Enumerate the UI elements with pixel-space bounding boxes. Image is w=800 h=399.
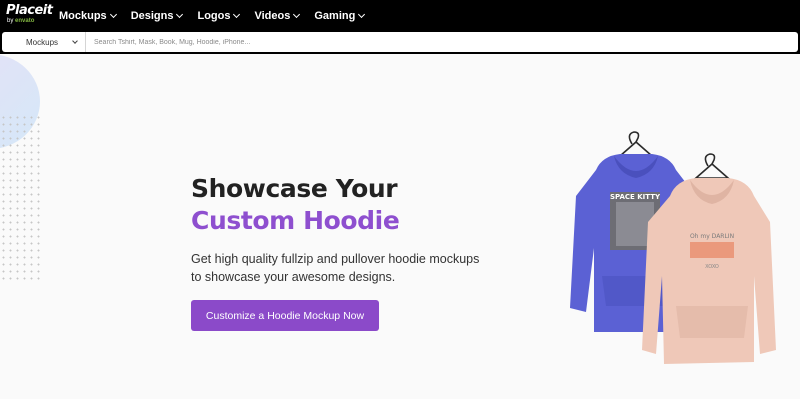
nav-item-mockups[interactable]: Mockups bbox=[59, 10, 117, 22]
logo-byline: by envato bbox=[7, 18, 35, 24]
customize-hoodie-button[interactable]: Customize a Hoodie Mockup Now bbox=[191, 300, 379, 331]
search-box: Mockups bbox=[2, 32, 798, 52]
pink-hoodie: Oh my DARLIN XOXO bbox=[642, 178, 776, 364]
hero-section: Showcase Your Custom Hoodie Get high qua… bbox=[0, 54, 800, 399]
chevron-down-icon bbox=[358, 10, 366, 18]
nav-item-gaming[interactable]: Gaming bbox=[314, 10, 366, 22]
chevron-down-icon bbox=[293, 10, 301, 18]
chevron-down-icon bbox=[72, 38, 78, 44]
hero-subtitle: Get high quality fullzip and pullover ho… bbox=[191, 252, 480, 284]
hero-title-line1: Showcase Your bbox=[191, 174, 398, 203]
search-bar: Mockups bbox=[0, 31, 800, 54]
nav-item-designs[interactable]: Designs bbox=[131, 10, 184, 22]
hoodie-mockup-image: SPACE KITTY Oh my DARLIN XOXO bbox=[570, 131, 776, 364]
hero-title-line2: Custom Hoodie bbox=[191, 206, 400, 235]
search-category-label: Mockups bbox=[26, 37, 59, 47]
nav-item-videos[interactable]: Videos bbox=[254, 10, 301, 22]
logo-wordmark: Placeit bbox=[6, 3, 53, 18]
placeit-logo[interactable]: Placeit by envato bbox=[6, 3, 53, 27]
main-nav: Mockups Designs Logos Videos Gaming bbox=[59, 0, 379, 31]
chevron-down-icon bbox=[233, 10, 241, 18]
top-navbar: Placeit by envato Mockups Designs Logos … bbox=[0, 0, 800, 31]
nav-item-logos[interactable]: Logos bbox=[197, 10, 241, 22]
search-category-select[interactable]: Mockups bbox=[2, 32, 86, 52]
chevron-down-icon bbox=[176, 10, 184, 18]
hero-title: Showcase Your Custom Hoodie bbox=[191, 173, 400, 237]
pink-hoodie-subprint: XOXO bbox=[705, 264, 719, 270]
decorative-dot-grid bbox=[0, 114, 44, 284]
search-input[interactable] bbox=[86, 32, 798, 52]
chevron-down-icon bbox=[109, 10, 117, 18]
pink-hoodie-print: Oh my DARLIN bbox=[690, 233, 734, 240]
blue-hoodie-print: SPACE KITTY bbox=[610, 193, 661, 201]
